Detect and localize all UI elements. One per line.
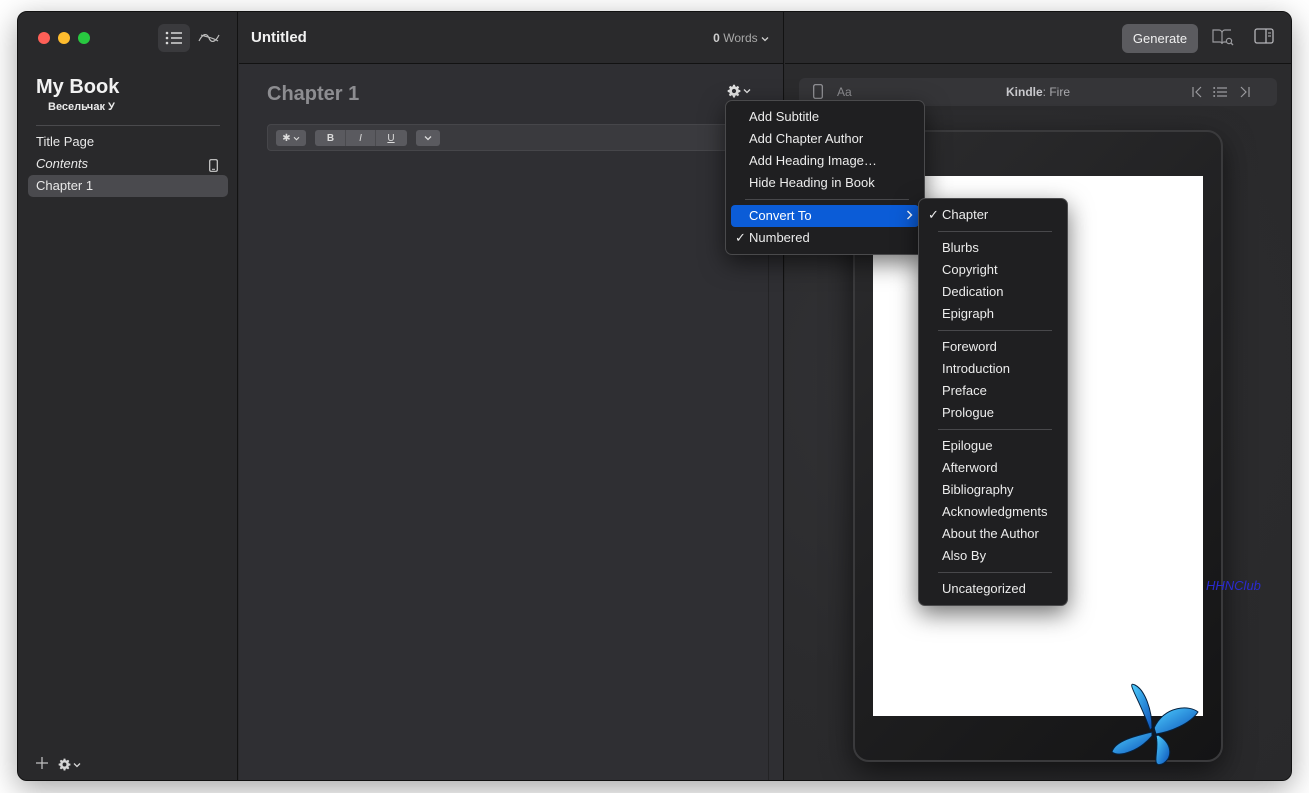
menu-separator — [938, 231, 1052, 232]
generate-button[interactable]: Generate — [1122, 24, 1198, 53]
toc-list-icon[interactable] — [1213, 86, 1227, 101]
chevron-down-icon — [424, 136, 432, 141]
word-count-button[interactable]: 0 Words — [713, 31, 769, 45]
list-icon — [165, 31, 182, 45]
sidebar-item-title-page[interactable]: Title Page — [28, 131, 228, 153]
butterfly-icon — [1111, 683, 1199, 766]
sidebar-divider — [36, 125, 220, 126]
menu-item-uncategorized[interactable]: Uncategorized — [924, 578, 1062, 600]
asterisk-icon: ✱ — [282, 132, 291, 144]
flourish-button[interactable] — [193, 24, 225, 52]
device-prefix: Kindle — [1005, 85, 1043, 99]
chevron-down-icon — [73, 762, 81, 767]
word-count-value: 0 — [713, 31, 720, 45]
device-name: Fire — [1049, 85, 1070, 99]
heading-options-menu: Add Subtitle Add Chapter Author Add Head… — [725, 100, 925, 255]
preview-header: Generate — [785, 12, 1291, 64]
first-page-icon[interactable] — [1191, 86, 1203, 101]
more-format-button[interactable] — [416, 130, 440, 146]
watermark-text: HHNClub — [1206, 578, 1261, 593]
menu-item-blurbs[interactable]: Blurbs — [924, 237, 1062, 259]
text-style-segmented: B I U — [315, 130, 407, 146]
sidebar-toggle-icon[interactable] — [1254, 28, 1274, 47]
editor-header: Untitled 0 Words — [239, 12, 783, 64]
sidebar-item-label: Contents — [36, 156, 89, 171]
book-author[interactable]: Весельчак У — [48, 101, 115, 113]
menu-separator — [745, 199, 909, 200]
menu-item-numbered[interactable]: ✓ Numbered — [731, 227, 919, 249]
menu-item-add-subtitle[interactable]: Add Subtitle — [731, 106, 919, 128]
book-preview-icon[interactable] — [1212, 28, 1234, 49]
menu-item-preface[interactable]: Preface — [924, 380, 1062, 402]
minimize-window-button[interactable] — [58, 32, 70, 44]
device-selector[interactable]: Kindle: Fire — [799, 85, 1277, 99]
checkmark-icon: ✓ — [928, 207, 939, 222]
zoom-window-button[interactable] — [78, 32, 90, 44]
gear-menu-button[interactable] — [58, 758, 81, 771]
convert-to-submenu: ✓ Chapter Blurbs Copyright Dedication Ep… — [918, 198, 1068, 606]
menu-item-prologue[interactable]: Prologue — [924, 402, 1062, 424]
chevron-right-icon — [906, 205, 913, 227]
menu-item-epigraph[interactable]: Epigraph — [924, 303, 1062, 325]
book-title[interactable]: My Book — [36, 76, 119, 99]
gear-icon — [58, 758, 71, 771]
style-menu-button[interactable]: ✱ — [276, 130, 306, 146]
menu-item-epilogue[interactable]: Epilogue — [924, 435, 1062, 457]
document-title: Untitled — [251, 29, 307, 46]
menu-item-introduction[interactable]: Introduction — [924, 358, 1062, 380]
menu-item-convert-to[interactable]: Convert To — [731, 205, 919, 227]
sidebar-item-label: Title Page — [36, 134, 95, 149]
menu-item-also-by[interactable]: Also By — [924, 545, 1062, 567]
menu-separator — [938, 330, 1052, 331]
menu-item-chapter[interactable]: ✓ Chapter — [924, 204, 1062, 226]
editor-pane: Untitled 0 Words Chapter 1 ✱ B I U — [239, 12, 784, 780]
sidebar-item-contents[interactable]: Contents — [28, 153, 228, 175]
menu-item-hide-heading[interactable]: Hide Heading in Book — [731, 172, 919, 194]
menu-item-dedication[interactable]: Dedication — [924, 281, 1062, 303]
menu-item-label: Chapter — [942, 207, 989, 222]
sidebar: My Book Весельчак У Title Page Contents … — [18, 12, 238, 780]
underline-button[interactable]: U — [376, 130, 406, 146]
italic-button[interactable]: I — [346, 130, 376, 146]
sidebar-item-chapter-1[interactable]: Chapter 1 — [28, 175, 228, 197]
plus-icon[interactable] — [36, 757, 48, 772]
menu-item-copyright[interactable]: Copyright — [924, 259, 1062, 281]
menu-item-add-heading-image[interactable]: Add Heading Image… — [731, 150, 919, 172]
app-window: My Book Весельчак У Title Page Contents … — [17, 11, 1292, 781]
close-window-button[interactable] — [38, 32, 50, 44]
menu-item-label: Convert To — [749, 208, 812, 223]
heading-options-button[interactable] — [727, 84, 751, 98]
sidebar-item-label: Chapter 1 — [36, 178, 94, 193]
chevron-down-icon — [761, 37, 769, 42]
bold-button[interactable]: B — [316, 130, 346, 146]
chevron-down-icon — [743, 89, 751, 94]
menu-item-label: Numbered — [749, 230, 810, 245]
checkmark-icon: ✓ — [735, 230, 746, 245]
menu-item-foreword[interactable]: Foreword — [924, 336, 1062, 358]
menu-item-about-the-author[interactable]: About the Author — [924, 523, 1062, 545]
word-count-label: Words — [723, 31, 758, 45]
chevron-down-icon — [293, 136, 300, 141]
menu-item-add-chapter-author[interactable]: Add Chapter Author — [731, 128, 919, 150]
menu-item-afterword[interactable]: Afterword — [924, 457, 1062, 479]
list-view-button[interactable] — [158, 24, 190, 52]
format-toolbar: ✱ B I U — [267, 124, 767, 151]
gear-icon — [727, 84, 741, 98]
menu-separator — [938, 572, 1052, 573]
menu-item-acknowledgments[interactable]: Acknowledgments — [924, 501, 1062, 523]
flourish-icon — [198, 34, 220, 42]
menu-separator — [938, 429, 1052, 430]
sidebar-bottom-bar — [36, 757, 81, 772]
menu-item-bibliography[interactable]: Bibliography — [924, 479, 1062, 501]
chapter-heading-field[interactable]: Chapter 1 — [267, 83, 359, 106]
last-page-icon[interactable] — [1239, 86, 1251, 101]
